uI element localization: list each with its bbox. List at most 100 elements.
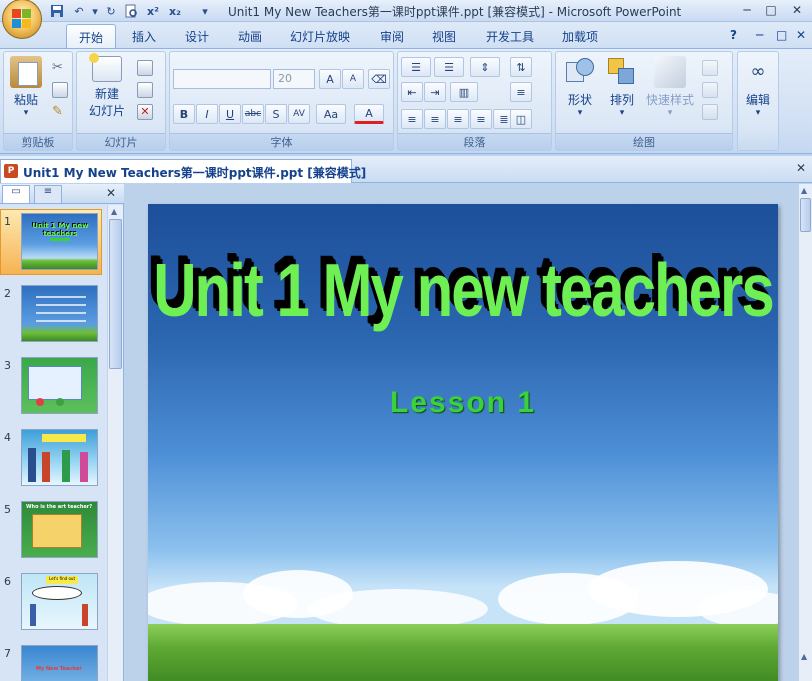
- font-size-combo[interactable]: 20: [273, 69, 315, 89]
- tab-slideshow[interactable]: 幻灯片放映: [290, 28, 350, 45]
- shapes-button[interactable]: 形状 ▾: [560, 56, 600, 118]
- editing-button[interactable]: ∞ 编辑 ▾: [740, 56, 776, 118]
- clear-format-icon[interactable]: ⌫: [368, 69, 390, 89]
- superscript-icon[interactable]: x²: [144, 2, 162, 20]
- grow-font-button[interactable]: A: [319, 69, 341, 89]
- decrease-indent-icon[interactable]: ⇤: [401, 82, 423, 102]
- slide-title[interactable]: Unit 1 My new teachers: [148, 247, 778, 333]
- save-icon[interactable]: [48, 2, 66, 20]
- tab-developer[interactable]: 开发工具: [486, 28, 534, 45]
- previous-slide-icon[interactable]: ▲: [801, 652, 807, 661]
- slide-thumbnail-4[interactable]: [21, 429, 98, 486]
- thumb-figure: [28, 448, 36, 482]
- shrink-font-button[interactable]: A: [342, 69, 364, 89]
- tab-insert[interactable]: 插入: [132, 28, 156, 45]
- shape-fill-icon[interactable]: [702, 60, 718, 76]
- grass-field-image: [148, 624, 778, 681]
- help-icon[interactable]: ?: [730, 28, 737, 42]
- tab-slides-icon[interactable]: ▭: [2, 185, 30, 203]
- slide-scrollbar[interactable]: ▲ ▲: [798, 184, 812, 681]
- quick-styles-button[interactable]: 快速样式 ▾: [644, 56, 696, 118]
- thumb-subtitle-mark: [50, 238, 70, 241]
- ribbon-restore-button[interactable]: □: [776, 28, 787, 42]
- ribbon-minimize-button[interactable]: ─: [756, 28, 763, 42]
- office-button[interactable]: [2, 0, 42, 39]
- numbering-icon[interactable]: ☰: [434, 57, 464, 77]
- print-preview-icon[interactable]: [122, 2, 140, 20]
- tab-addins[interactable]: 加载项: [562, 28, 598, 45]
- scroll-up-icon[interactable]: ▲: [801, 186, 807, 195]
- slide-thumbnail-6[interactable]: Let's find out: [21, 573, 98, 630]
- scroll-up-icon[interactable]: ▲: [111, 207, 117, 216]
- underline-button[interactable]: U: [219, 104, 241, 124]
- smartart-icon[interactable]: ◫: [510, 109, 532, 129]
- reset-slide-icon[interactable]: [137, 82, 153, 98]
- tab-review[interactable]: 审阅: [380, 28, 404, 45]
- tab-design[interactable]: 设计: [185, 28, 209, 45]
- slide-thumbnail-7[interactable]: My New Teacher: [21, 645, 98, 681]
- slide-canvas[interactable]: Unit 1 My new teachers Lesson 1: [148, 204, 778, 681]
- slide-thumbnail-5[interactable]: Who is the art teacher?: [21, 501, 98, 558]
- editing-label: 编辑: [745, 93, 770, 107]
- subscript-icon[interactable]: x₂: [166, 2, 184, 20]
- document-close-button[interactable]: ✕: [796, 161, 806, 175]
- customize-icon[interactable]: ▾: [196, 2, 214, 20]
- scroll-thumb[interactable]: [800, 198, 811, 232]
- copy-icon[interactable]: [52, 82, 68, 98]
- shape-outline-icon[interactable]: [702, 82, 718, 98]
- strikethrough-button[interactable]: abc: [242, 104, 264, 124]
- bullets-icon[interactable]: ☰: [401, 57, 431, 77]
- paste-button[interactable]: 粘贴 ▾: [8, 56, 44, 118]
- align-text-icon[interactable]: ≡: [510, 82, 532, 102]
- italic-button[interactable]: I: [196, 104, 218, 124]
- justify-icon[interactable]: ≡: [470, 109, 492, 129]
- tab-outline-icon[interactable]: ≡: [34, 185, 62, 203]
- tab-home[interactable]: 开始: [66, 24, 117, 50]
- ribbon-tabs: 开始 插入 设计 动画 幻灯片放映 审阅 视图 开发工具 加载项 ? ─ □ ✕: [0, 22, 812, 50]
- change-case-button[interactable]: Aa: [316, 104, 346, 124]
- align-left-icon[interactable]: ≡: [401, 109, 423, 129]
- slide-subtitle[interactable]: Lesson 1: [148, 386, 778, 420]
- clipboard-icon: [10, 56, 42, 88]
- shape-effects-icon[interactable]: [702, 104, 718, 120]
- bold-button[interactable]: B: [173, 104, 195, 124]
- close-button[interactable]: ✕: [786, 1, 808, 19]
- align-right-icon[interactable]: ≡: [447, 109, 469, 129]
- increase-indent-icon[interactable]: ⇥: [424, 82, 446, 102]
- tab-view[interactable]: 视图: [432, 28, 456, 45]
- shadow-button[interactable]: S: [265, 104, 287, 124]
- layout-icon[interactable]: [137, 60, 153, 76]
- ribbon-close-button[interactable]: ✕: [796, 28, 806, 42]
- align-center-icon[interactable]: ≡: [424, 109, 446, 129]
- format-painter-icon[interactable]: ✎: [52, 104, 68, 120]
- arrange-button[interactable]: 排列 ▾: [602, 56, 642, 118]
- slides-pane-scrollbar[interactable]: ▲: [107, 205, 123, 681]
- maximize-button[interactable]: □: [760, 1, 782, 19]
- thumb-title: My New Teacher: [36, 666, 82, 672]
- text-direction-icon[interactable]: ⇅: [510, 57, 532, 77]
- editing-dropdown-icon: ▾: [755, 108, 761, 118]
- pane-close-button[interactable]: ✕: [106, 186, 116, 200]
- columns-icon[interactable]: ▥: [450, 82, 478, 102]
- document-tab[interactable]: P Unit1 My New Teachers第一课时ppt课件.ppt [兼容…: [0, 159, 366, 183]
- tab-animations[interactable]: 动画: [238, 28, 262, 45]
- slide-thumbnail-3[interactable]: [21, 357, 98, 414]
- font-name-combo[interactable]: [173, 69, 271, 89]
- delete-slide-icon[interactable]: ✕: [137, 104, 153, 120]
- line-spacing-icon[interactable]: ⇕: [470, 57, 500, 77]
- clipboard-group: 粘贴 ▾ ✂ ✎ 剪贴板: [3, 51, 73, 151]
- arrange-label: 排列: [609, 93, 634, 107]
- cut-icon[interactable]: ✂: [52, 60, 68, 76]
- redo-icon[interactable]: ↻: [102, 2, 120, 20]
- slide-thumbnail-2[interactable]: [21, 285, 98, 342]
- shapes-icon: [564, 56, 596, 88]
- slide-thumbnail-1[interactable]: Unit 1 My new teachers: [21, 213, 98, 270]
- minimize-button[interactable]: ─: [736, 1, 758, 19]
- char-spacing-button[interactable]: AV: [288, 104, 310, 124]
- scroll-thumb[interactable]: [109, 219, 122, 369]
- new-slide-label: 新建: [94, 87, 119, 101]
- font-color-button[interactable]: A: [354, 104, 384, 124]
- new-slide-button[interactable]: 新建 幻灯片: [81, 53, 133, 119]
- drawing-group-label: 绘图: [556, 133, 732, 150]
- window-title: Unit1 My New Teachers第一课时ppt课件.ppt [兼容模式…: [228, 5, 682, 19]
